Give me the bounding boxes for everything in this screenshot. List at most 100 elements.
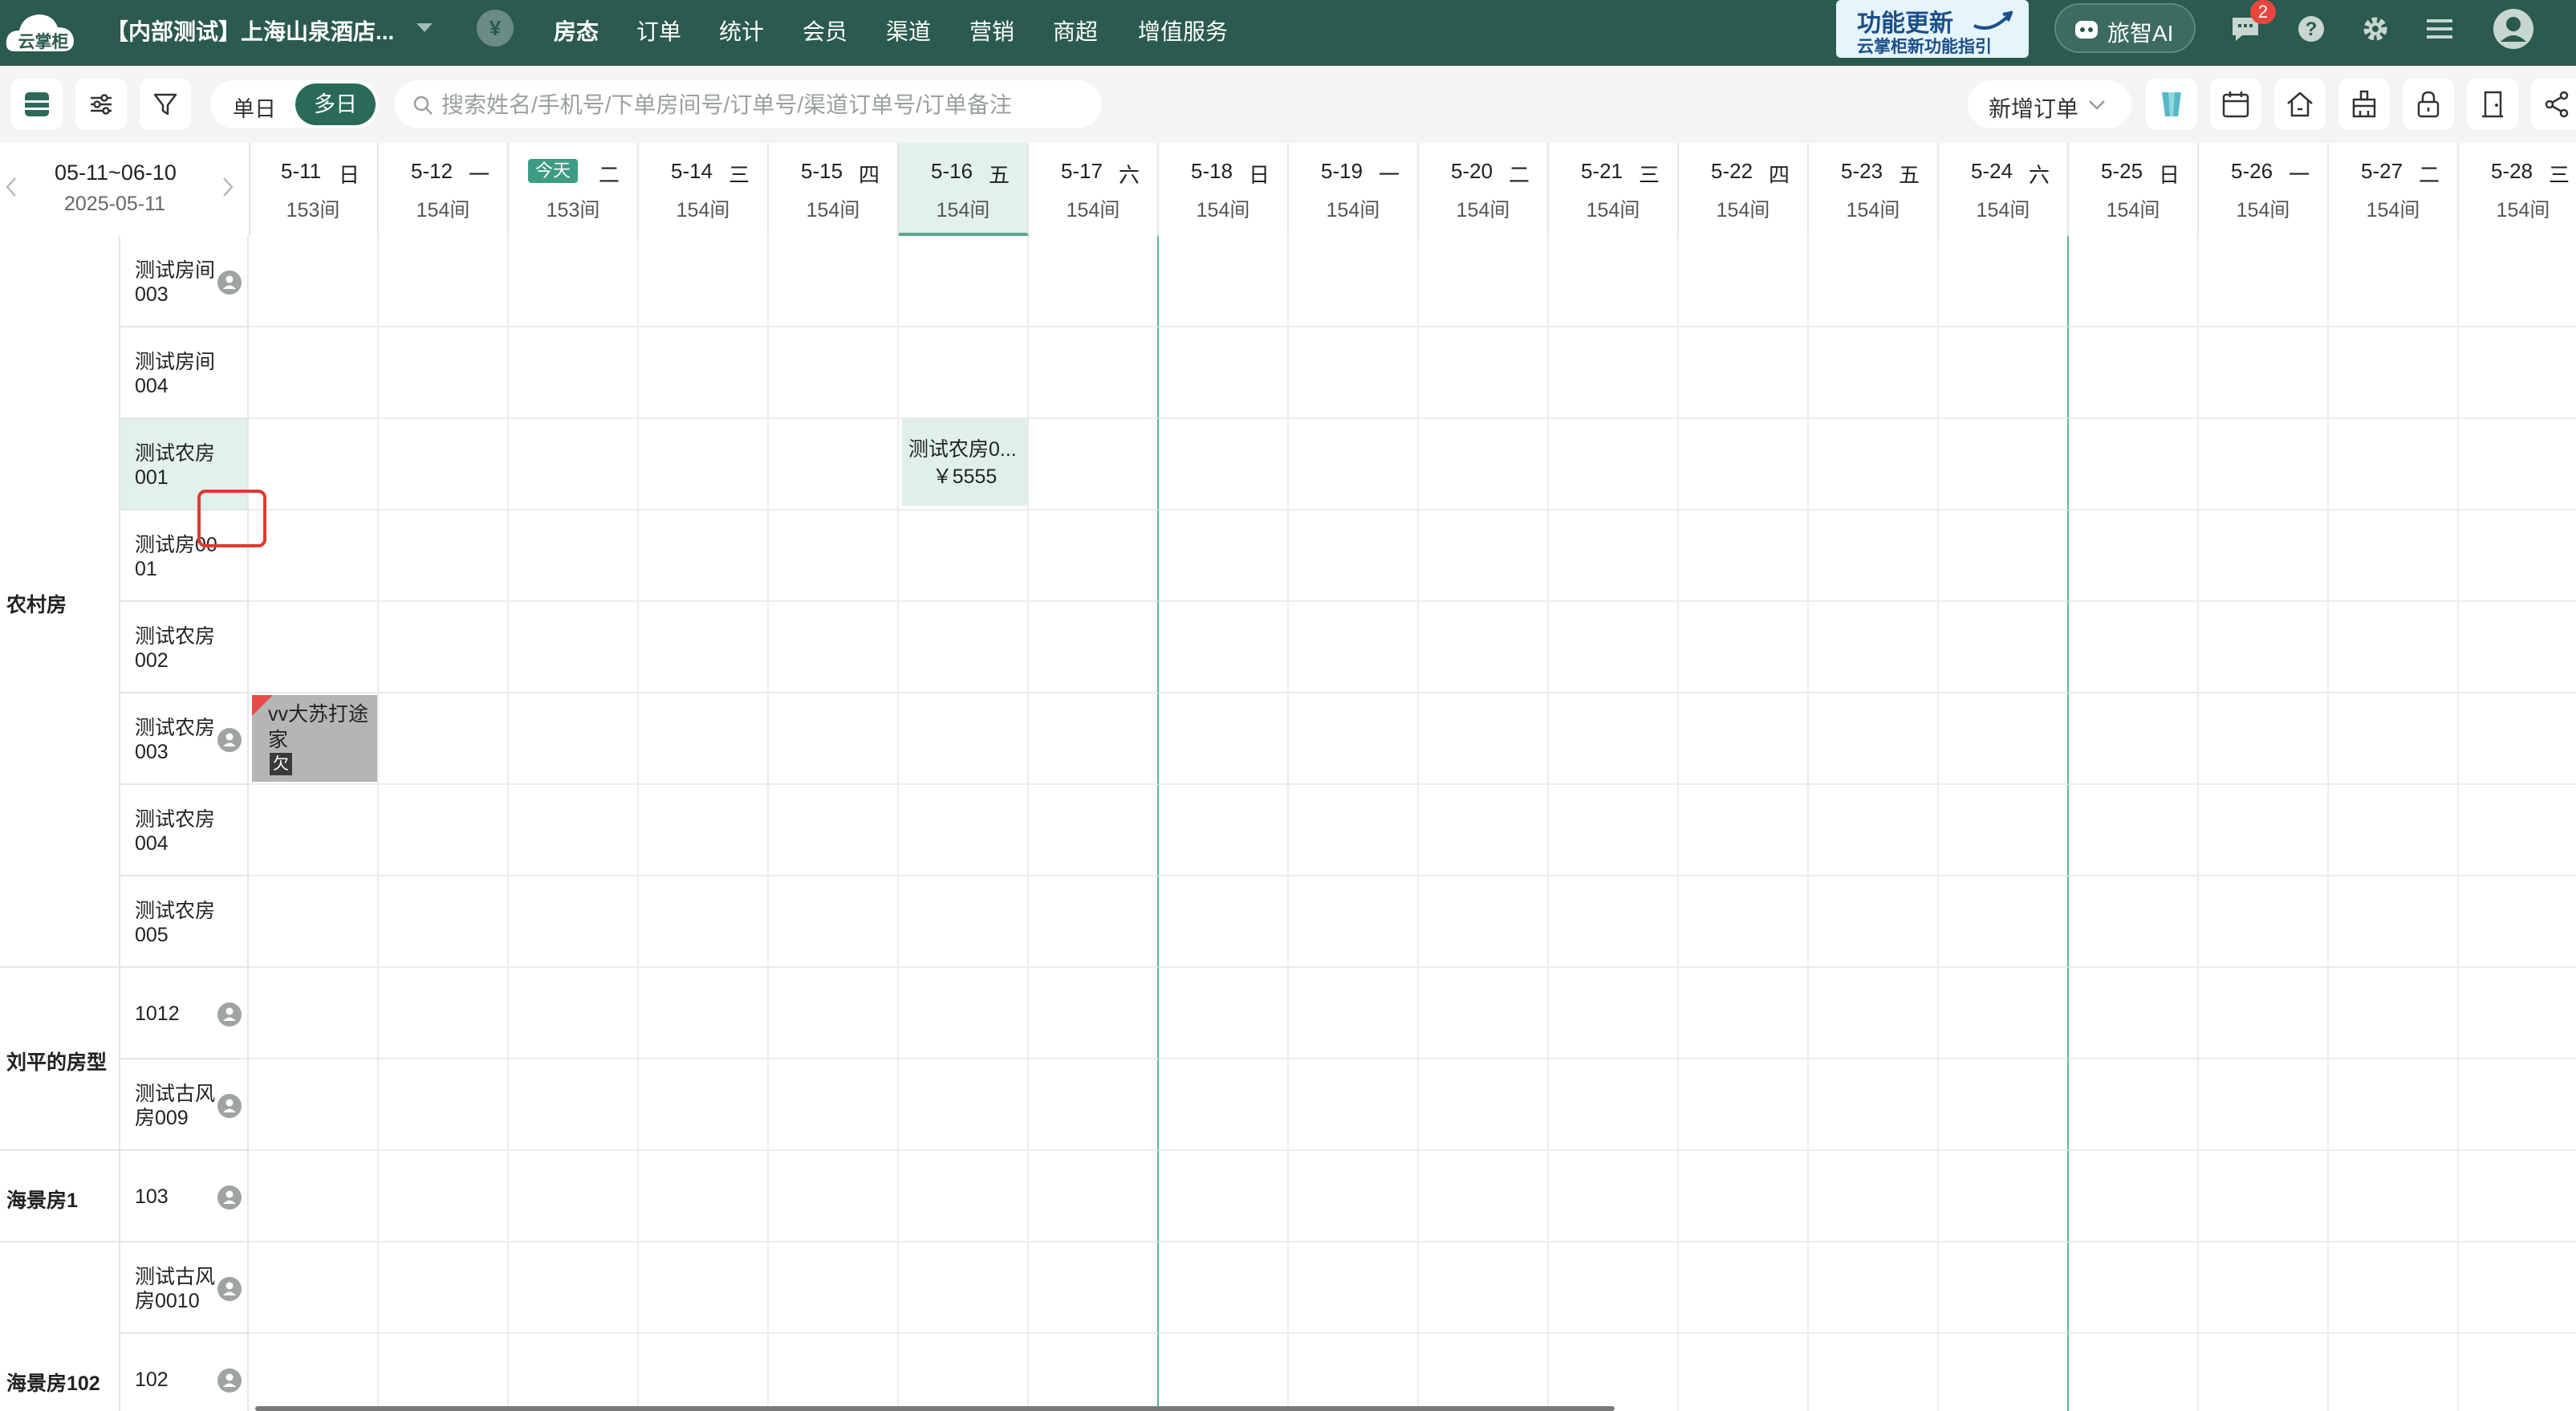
room-day-cell[interactable] xyxy=(2199,876,2329,968)
room-day-cell[interactable] xyxy=(1159,1151,1289,1242)
room-day-cell[interactable] xyxy=(1419,1334,1549,1411)
room-day-cell[interactable] xyxy=(249,785,379,876)
room-day-cell[interactable] xyxy=(1159,510,1289,602)
room-day-cell[interactable] xyxy=(1029,693,1159,785)
room-day-cell[interactable] xyxy=(1419,968,1549,1059)
room-day-cell[interactable] xyxy=(639,968,769,1059)
booking-block[interactable]: vv大苏打途家 欠 xyxy=(252,695,377,782)
room-day-cell[interactable] xyxy=(1679,602,1809,693)
room-day-cell[interactable] xyxy=(2329,968,2459,1059)
room-day-cell[interactable] xyxy=(379,236,509,327)
room-day-cell[interactable] xyxy=(639,1151,769,1242)
date-column-header[interactable]: 5-19 一 154间 xyxy=(1289,143,1419,236)
room-day-cell[interactable] xyxy=(379,1059,509,1151)
room-day-cell[interactable] xyxy=(1679,1242,1809,1334)
room-day-cell[interactable] xyxy=(769,510,899,602)
room-day-cell[interactable] xyxy=(509,419,639,510)
room-day-cell[interactable] xyxy=(2329,693,2459,785)
room-day-cell[interactable] xyxy=(1289,876,1419,968)
chevron-left-icon[interactable] xyxy=(5,177,18,197)
room-day-cell[interactable] xyxy=(1939,1059,2069,1151)
booking-block[interactable]: 测试农房0... ￥5555 xyxy=(902,419,1027,506)
room-day-cell[interactable] xyxy=(1289,327,1419,419)
room-day-cell[interactable] xyxy=(1289,419,1419,510)
room-day-cell[interactable] xyxy=(2199,1059,2329,1151)
room-day-cell[interactable] xyxy=(1549,327,1679,419)
cleaner-icon[interactable] xyxy=(217,1093,242,1119)
room-day-cell[interactable] xyxy=(1549,968,1679,1059)
nav-room-status[interactable]: 房态 xyxy=(554,14,599,47)
room-day-cell[interactable] xyxy=(379,693,509,785)
room-day-cell[interactable] xyxy=(1809,785,1939,876)
room-cell[interactable]: 1012 xyxy=(120,968,249,1059)
room-day-cell[interactable] xyxy=(249,602,379,693)
room-day-cell[interactable] xyxy=(249,419,379,510)
room-day-cell[interactable] xyxy=(1289,1334,1419,1411)
room-day-cell[interactable] xyxy=(639,419,769,510)
room-day-cell[interactable] xyxy=(2199,968,2329,1059)
room-day-cell[interactable] xyxy=(1549,419,1679,510)
room-day-cell[interactable] xyxy=(2459,1059,2576,1151)
room-day-cell[interactable] xyxy=(509,236,639,327)
room-day-cell[interactable] xyxy=(2459,693,2576,785)
room-day-cell[interactable] xyxy=(1419,693,1549,785)
room-day-cell[interactable] xyxy=(1939,785,2069,876)
room-day-cell[interactable] xyxy=(1029,1242,1159,1334)
room-day-cell[interactable] xyxy=(1679,510,1809,602)
room-day-cell[interactable] xyxy=(1679,785,1809,876)
room-day-cell[interactable] xyxy=(509,1334,639,1411)
room-day-cell[interactable] xyxy=(899,785,1029,876)
room-day-cell[interactable] xyxy=(1549,510,1679,602)
room-day-cell[interactable] xyxy=(1289,968,1419,1059)
room-day-cell[interactable] xyxy=(899,327,1029,419)
room-day-cell[interactable] xyxy=(1289,1151,1419,1242)
room-day-cell[interactable] xyxy=(2459,602,2576,693)
room-day-cell[interactable] xyxy=(899,876,1029,968)
room-day-cell[interactable] xyxy=(1029,1334,1159,1411)
room-day-cell[interactable] xyxy=(2329,1334,2459,1411)
room-day-cell[interactable] xyxy=(639,693,769,785)
room-day-cell[interactable] xyxy=(769,1242,899,1334)
help-icon[interactable]: ? xyxy=(2297,14,2326,43)
room-status-view-button[interactable] xyxy=(11,79,63,130)
room-day-cell[interactable] xyxy=(1159,693,1289,785)
room-day-cell[interactable] xyxy=(2069,327,2199,419)
room-day-cell[interactable] xyxy=(1939,327,2069,419)
cleaner-icon[interactable] xyxy=(217,1185,242,1210)
room-day-cell[interactable] xyxy=(1159,785,1289,876)
room-day-cell[interactable] xyxy=(899,1334,1029,1411)
room-day-cell[interactable] xyxy=(1939,693,2069,785)
room-day-cell[interactable] xyxy=(1029,1151,1159,1242)
room-day-cell[interactable] xyxy=(249,327,379,419)
cleaner-icon[interactable] xyxy=(217,1002,242,1027)
room-day-cell[interactable] xyxy=(899,602,1029,693)
multi-day-tab[interactable]: 多日 xyxy=(295,83,376,125)
room-day-cell[interactable] xyxy=(2069,1242,2199,1334)
room-day-cell[interactable] xyxy=(1289,236,1419,327)
menu-icon[interactable] xyxy=(2425,16,2454,42)
chevron-right-icon[interactable] xyxy=(221,177,234,197)
date-column-header[interactable]: 5-28 三 154间 xyxy=(2459,143,2576,236)
room-day-cell[interactable] xyxy=(1679,876,1809,968)
cleaner-icon[interactable] xyxy=(217,270,242,295)
room-day-cell[interactable] xyxy=(1029,510,1159,602)
date-column-header[interactable]: 5-14 三 154间 xyxy=(639,143,769,236)
room-day-cell[interactable] xyxy=(249,1059,379,1151)
room-day-cell[interactable] xyxy=(899,693,1029,785)
room-day-cell[interactable] xyxy=(1159,968,1289,1059)
room-day-cell[interactable] xyxy=(2329,1059,2459,1151)
room-day-cell[interactable] xyxy=(1029,876,1159,968)
nav-channels[interactable]: 渠道 xyxy=(886,14,931,47)
room-day-cell[interactable] xyxy=(1809,1242,1939,1334)
room-day-cell[interactable] xyxy=(249,510,379,602)
room-day-cell[interactable] xyxy=(899,510,1029,602)
room-day-cell[interactable] xyxy=(1809,876,1939,968)
room-day-cell[interactable] xyxy=(1419,602,1549,693)
room-day-cell[interactable] xyxy=(769,785,899,876)
room-day-cell[interactable] xyxy=(509,510,639,602)
room-day-cell[interactable] xyxy=(509,327,639,419)
room-day-cell[interactable] xyxy=(1419,236,1549,327)
room-day-cell[interactable] xyxy=(899,1242,1029,1334)
room-day-cell[interactable] xyxy=(1679,236,1809,327)
room-day-cell[interactable] xyxy=(639,327,769,419)
